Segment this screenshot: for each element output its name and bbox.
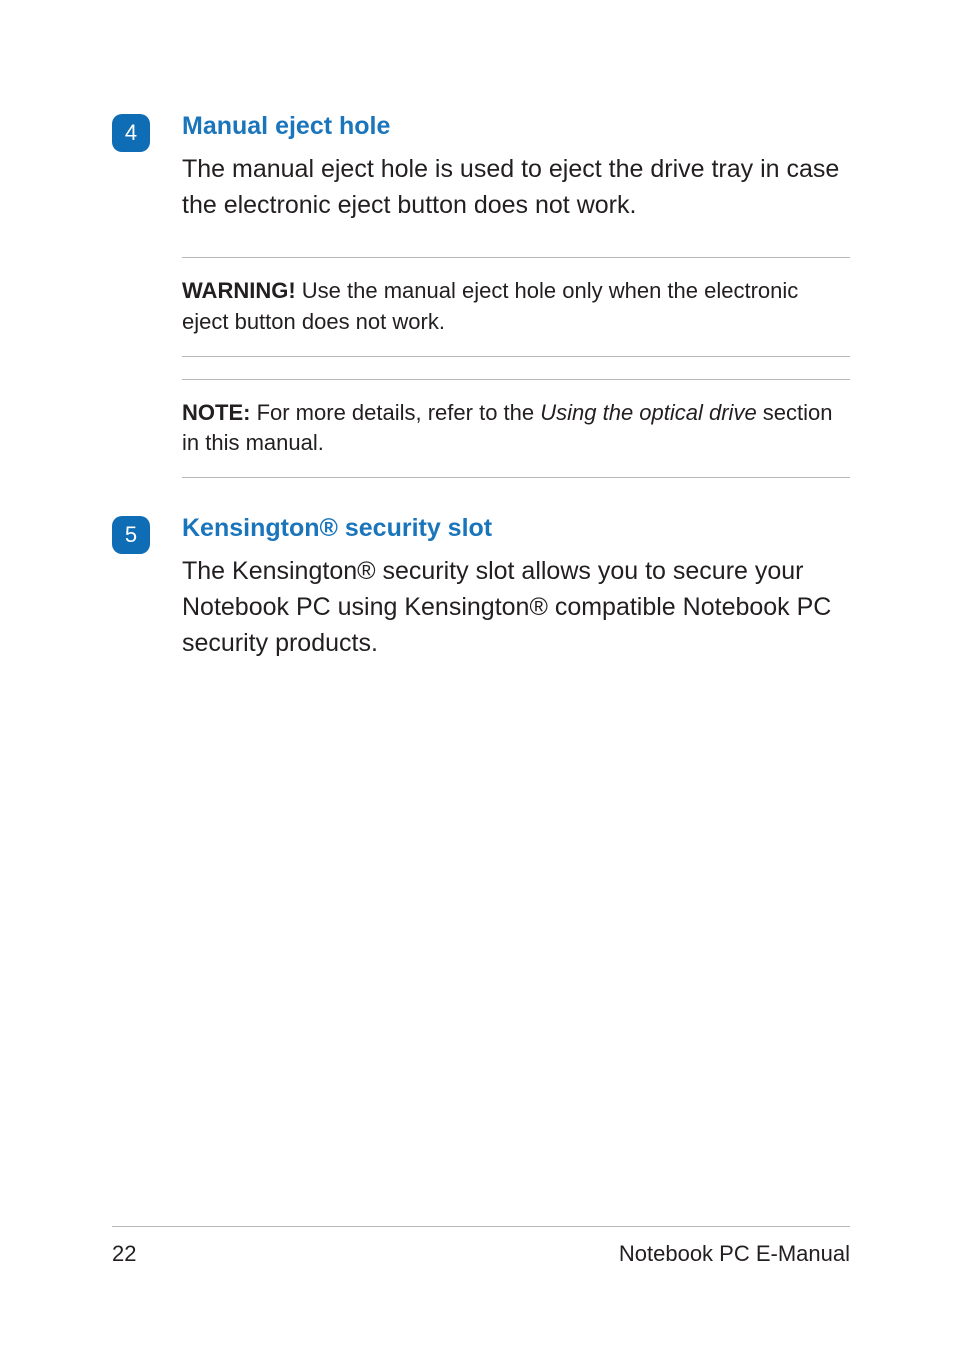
warning-callout: WARNING! Use the manual eject hole only …: [182, 257, 850, 357]
list-item: 4 Manual eject hole The manual eject hol…: [112, 110, 850, 223]
badge-number: 5: [125, 522, 137, 548]
callout-group: WARNING! Use the manual eject hole only …: [182, 257, 850, 478]
callout-before: For more details, refer to the: [250, 400, 540, 425]
item-heading: Manual eject hole: [182, 110, 850, 143]
number-badge: 5: [112, 516, 150, 554]
callout-text: WARNING! Use the manual eject hole only …: [182, 276, 850, 338]
callout-text: NOTE: For more details, refer to the Usi…: [182, 398, 850, 460]
item-text: The Kensington® security slot allows you…: [182, 553, 850, 662]
page-footer: 22 Notebook PC E-Manual: [112, 1226, 850, 1267]
badge-number: 4: [125, 120, 137, 146]
item-heading: Kensington® security slot: [182, 512, 850, 545]
item-body: Kensington® security slot The Kensington…: [182, 512, 850, 661]
item-text: The manual eject hole is used to eject t…: [182, 151, 850, 224]
note-callout: NOTE: For more details, refer to the Usi…: [182, 379, 850, 479]
doc-title: Notebook PC E-Manual: [619, 1241, 850, 1267]
callout-em: Using the optical drive: [540, 400, 756, 425]
item-body: Manual eject hole The manual eject hole …: [182, 110, 850, 223]
footer-row: 22 Notebook PC E-Manual: [112, 1241, 850, 1267]
callout-strong: WARNING!: [182, 278, 296, 303]
footer-rule: [112, 1226, 850, 1227]
number-badge: 4: [112, 114, 150, 152]
callout-strong: NOTE:: [182, 400, 250, 425]
page-container: 4 Manual eject hole The manual eject hol…: [0, 0, 954, 1345]
page-number: 22: [112, 1241, 136, 1267]
list-item: 5 Kensington® security slot The Kensingt…: [112, 512, 850, 661]
